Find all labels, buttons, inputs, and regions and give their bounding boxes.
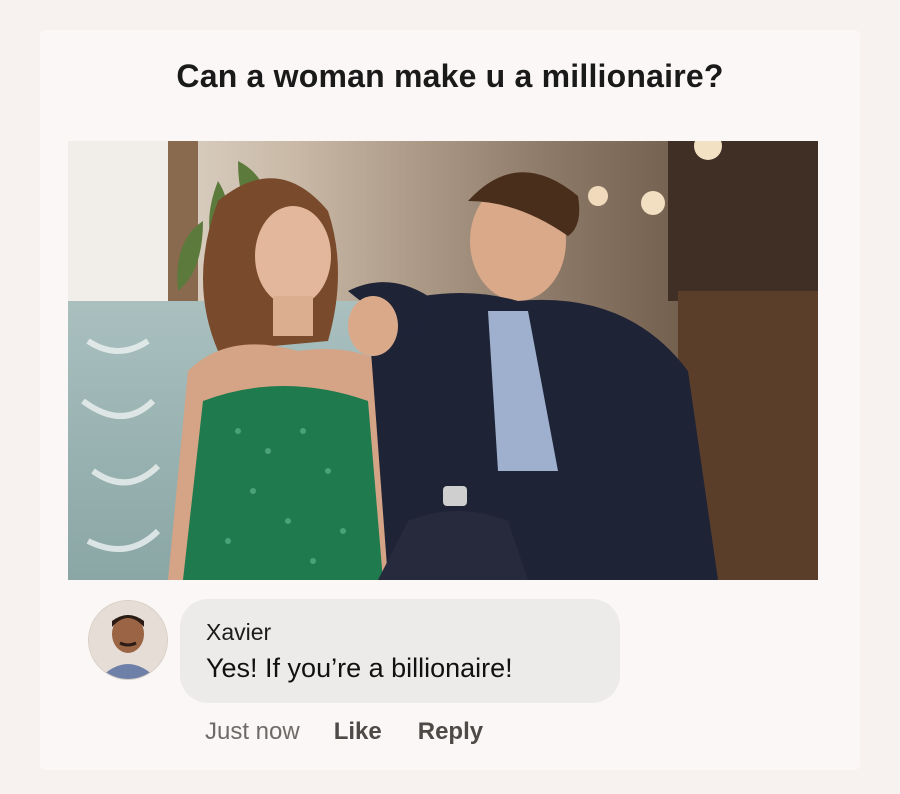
post-photo[interactable] [68,141,818,580]
photo-illustration [68,141,818,580]
comment-author[interactable]: Xavier [206,619,271,646]
commenter-avatar[interactable] [88,600,168,680]
post-title: Can a woman make u a millionaire? [176,58,724,94]
comment-timestamp: Just now [205,718,300,745]
like-button[interactable]: Like [334,718,382,746]
reply-button[interactable]: Reply [418,718,483,746]
avatar-photo-icon [89,601,167,679]
comment-text: Yes! If you’re a billionaire! [206,653,513,683]
comment-bubble: Xavier Yes! If you’re a billionaire! [180,599,620,703]
comment-actions: Just now Like Reply [205,716,519,748]
